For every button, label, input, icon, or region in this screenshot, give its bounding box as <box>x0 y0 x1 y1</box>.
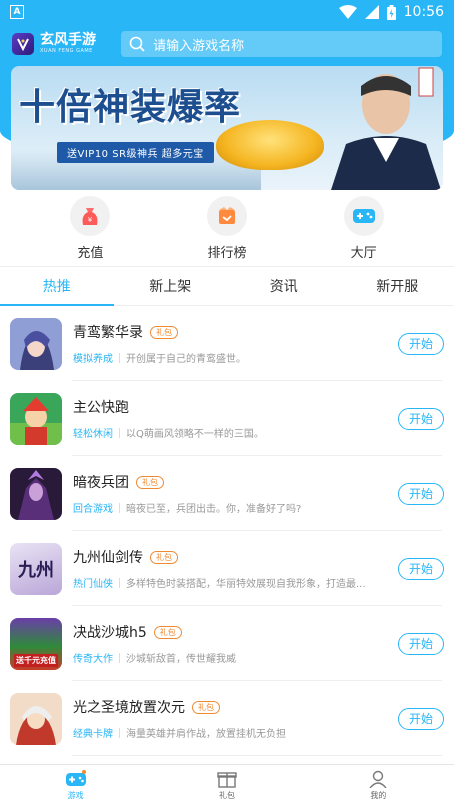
game-row[interactable]: 青鸾繁华录 礼包 模拟养成 开创属于自己的青鸾盛世。 开始 <box>0 306 454 381</box>
divider <box>119 502 120 513</box>
quick-nav-recharge[interactable]: ¥ 充值 <box>38 196 142 262</box>
nav-games[interactable]: 游戏 <box>0 765 151 806</box>
category-tabs: 热推 新上架 资讯 新开服 <box>0 266 454 306</box>
app-header: 玄风手游 XUAN FENG GAME 请输入游戏名称 <box>0 24 454 64</box>
gift-badge: 礼包 <box>150 325 178 339</box>
start-button[interactable]: 开始 <box>398 632 444 655</box>
game-name: 光之圣境放置次元 <box>73 700 185 716</box>
quick-nav: ¥ 充值 排行榜 大厅 <box>0 196 454 262</box>
divider <box>119 727 120 738</box>
game-thumbnail <box>10 392 62 445</box>
gamepad-icon <box>65 770 86 786</box>
game-thumbnail: 九州 <box>10 542 62 595</box>
game-category: 传奇大作 <box>73 654 113 665</box>
game-name: 暗夜兵团 <box>73 475 129 491</box>
game-thumbnail <box>10 467 62 520</box>
quick-nav-ranking[interactable]: 排行榜 <box>175 196 279 262</box>
gift-box-icon <box>217 772 237 788</box>
user-icon <box>369 770 387 788</box>
game-name: 青鸾繁华录 <box>73 325 143 341</box>
start-button[interactable]: 开始 <box>398 332 444 355</box>
quick-nav-label: 充值 <box>77 246 104 261</box>
ranking-icon <box>206 196 247 236</box>
quick-nav-label: 大厅 <box>350 246 377 261</box>
app-logo[interactable]: 玄风手游 XUAN FENG GAME <box>12 33 107 55</box>
game-thumbnail <box>10 317 62 370</box>
start-button[interactable]: 开始 <box>398 707 444 730</box>
game-row[interactable]: 送千元充值 决战沙城h5 礼包 传奇大作 沙城斩敌首，传世耀我威 开始 <box>0 606 454 681</box>
nav-label: 礼包 <box>218 791 235 800</box>
search-placeholder: 请输入游戏名称 <box>153 38 245 54</box>
bottom-nav: 游戏 礼包 我的 <box>0 764 454 806</box>
search-icon <box>129 36 145 52</box>
game-row[interactable]: 主公快跑 轻松休闲 以Q萌画风领略不一样的三国。 开始 <box>0 381 454 456</box>
game-thumbnail <box>10 692 62 745</box>
status-bar: A 10:56 <box>0 0 454 24</box>
logo-title: 玄风手游 <box>40 32 96 48</box>
game-name: 主公快跑 <box>73 400 129 416</box>
game-category: 经典卡牌 <box>73 729 113 740</box>
tab-new-release[interactable]: 新上架 <box>114 267 228 305</box>
game-category: 回合游戏 <box>73 504 113 515</box>
game-category: 轻松休闲 <box>73 429 113 440</box>
spokesperson-image <box>331 67 441 190</box>
game-name: 九州仙剑传 <box>73 550 143 566</box>
thumb-title-jiuzhou: 九州 <box>18 559 54 581</box>
game-category: 模拟养成 <box>73 354 113 365</box>
signal-icon <box>364 5 379 19</box>
recharge-bag-icon: ¥ <box>70 196 111 236</box>
game-row[interactable]: 光之圣境放置次元 礼包 经典卡牌 海量英雄并肩作战，放置挂机无负担 开始 <box>0 681 454 756</box>
nav-label: 游戏 <box>67 791 84 800</box>
game-description: 以Q萌画风领略不一样的三国。 <box>126 429 264 440</box>
nav-profile[interactable]: 我的 <box>303 765 454 806</box>
nav-label: 我的 <box>370 791 387 800</box>
thumb-promo-text: 送千元充值 <box>14 653 58 667</box>
gift-badge: 礼包 <box>153 625 182 639</box>
app-screen: A 10:56 玄风手游 XUAN FENG GAME 请输入游戏名称 十倍神装… <box>0 0 454 806</box>
wifi-icon <box>338 5 357 19</box>
nav-gifts[interactable]: 礼包 <box>151 765 302 806</box>
tab-new-server[interactable]: 新开服 <box>341 267 454 305</box>
start-button[interactable]: 开始 <box>398 557 444 580</box>
gift-badge: 礼包 <box>150 550 178 564</box>
svg-text:¥: ¥ <box>88 216 93 224</box>
game-description: 开创属于自己的青鸾盛世。 <box>126 354 246 365</box>
battery-icon <box>386 4 396 20</box>
tab-hot[interactable]: 热推 <box>0 267 114 306</box>
game-row[interactable]: 暗夜兵团 礼包 回合游戏 暗夜已至，兵团出击。你，准备好了吗? 开始 <box>0 456 454 531</box>
game-thumbnail: 送千元充值 <box>10 617 62 670</box>
gift-badge: 礼包 <box>192 700 220 714</box>
game-description: 沙城斩敌首，传世耀我威 <box>126 654 236 665</box>
divider <box>119 577 120 588</box>
promo-banner[interactable]: 十倍神装爆率 送VIP10 SR级神兵 超多元宝 <box>11 66 443 190</box>
divider <box>119 427 120 438</box>
banner-headline: 十倍神装爆率 <box>19 86 242 128</box>
quick-nav-label: 排行榜 <box>207 246 247 261</box>
gift-badge: 礼包 <box>136 475 164 489</box>
game-name: 决战沙城h5 <box>73 625 147 641</box>
logo-subtitle: XUAN FENG GAME <box>40 48 93 54</box>
quick-nav-lobby[interactable]: 大厅 <box>312 196 416 262</box>
gamepad-icon <box>343 196 384 236</box>
start-button[interactable]: 开始 <box>398 482 444 505</box>
tab-news[interactable]: 资讯 <box>227 267 341 305</box>
divider <box>119 652 120 663</box>
notification-a-icon: A <box>10 5 24 19</box>
banner-subline: 送VIP10 SR级神兵 超多元宝 <box>57 142 214 163</box>
logo-mark-icon <box>12 33 34 55</box>
game-description: 多样特色时装搭配，华丽特效展现自我形象，打造最... <box>126 579 366 590</box>
game-list: 青鸾繁华录 礼包 模拟养成 开创属于自己的青鸾盛世。 开始 主公快跑 轻松休闲 … <box>0 306 454 764</box>
game-description: 暗夜已至，兵团出击。你，准备好了吗? <box>126 504 302 515</box>
game-row[interactable]: 九州 九州仙剑传 礼包 热门仙侠 多样特色时装搭配，华丽特效展现自我形象，打造最… <box>0 531 454 606</box>
game-category: 热门仙侠 <box>73 579 113 590</box>
clock: 10:56 <box>403 4 444 20</box>
divider <box>119 352 120 363</box>
start-button[interactable]: 开始 <box>398 407 444 430</box>
search-input[interactable]: 请输入游戏名称 <box>121 31 442 57</box>
game-description: 海量英雄并肩作战，放置挂机无负担 <box>126 729 286 740</box>
